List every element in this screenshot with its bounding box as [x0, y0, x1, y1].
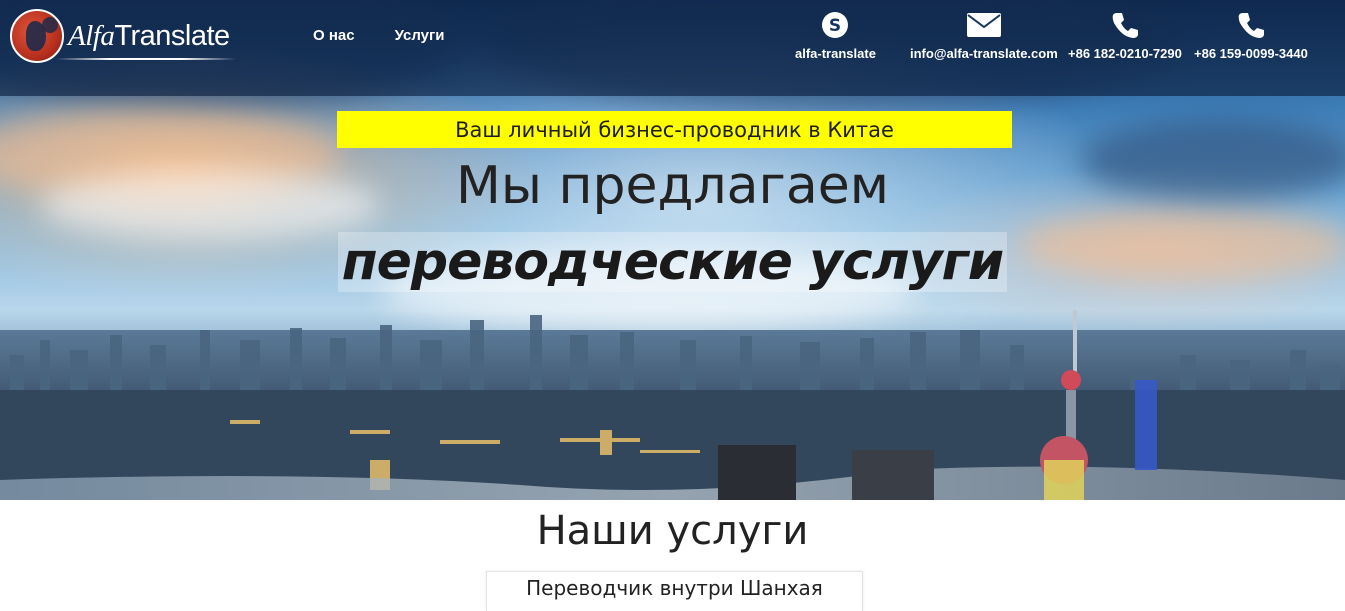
nav-item-services[interactable]: Услуги	[395, 27, 445, 44]
main-nav: О нас Услуги	[313, 27, 444, 44]
nav-item-about[interactable]: О нас	[313, 27, 355, 44]
contact-email[interactable]: info@alfa-translate.com	[910, 10, 1058, 61]
city-skyline-image	[0, 310, 1345, 500]
site-header: AlfaTranslate О нас Услуги S alfa-transl…	[0, 0, 1345, 96]
mail-icon	[966, 10, 1002, 40]
logo-underline	[56, 58, 236, 60]
contact-skype[interactable]: S alfa-translate	[795, 10, 876, 61]
site-logo[interactable]: AlfaTranslate	[10, 8, 230, 64]
service-card-title: Переводчик внутри Шанхая	[526, 576, 823, 600]
phone-number-2: +86 159-0099-3440	[1194, 46, 1308, 61]
hero-tagline: Ваш личный бизнес-проводник в Китае	[337, 111, 1012, 148]
hero-headline-line2: переводческие услуги	[0, 232, 1345, 292]
logo-text: AlfaTranslate	[68, 19, 230, 52]
phone-icon	[1111, 10, 1139, 40]
skype-icon: S	[820, 10, 850, 40]
hero-headline-line1: Мы предлагаем	[456, 156, 889, 216]
svg-text:S: S	[829, 16, 841, 36]
service-card[interactable]: Переводчик внутри Шанхая	[486, 571, 863, 611]
contact-phone-2[interactable]: +86 159-0099-3440	[1194, 10, 1308, 61]
phone-icon	[1237, 10, 1265, 40]
services-section-title: Наши услуги	[536, 508, 809, 554]
email-address: info@alfa-translate.com	[910, 46, 1058, 61]
globe-logo-icon	[10, 9, 64, 63]
skype-handle: alfa-translate	[795, 46, 876, 61]
contact-phone-1[interactable]: +86 182-0210-7290	[1068, 10, 1182, 61]
phone-number-1: +86 182-0210-7290	[1068, 46, 1182, 61]
